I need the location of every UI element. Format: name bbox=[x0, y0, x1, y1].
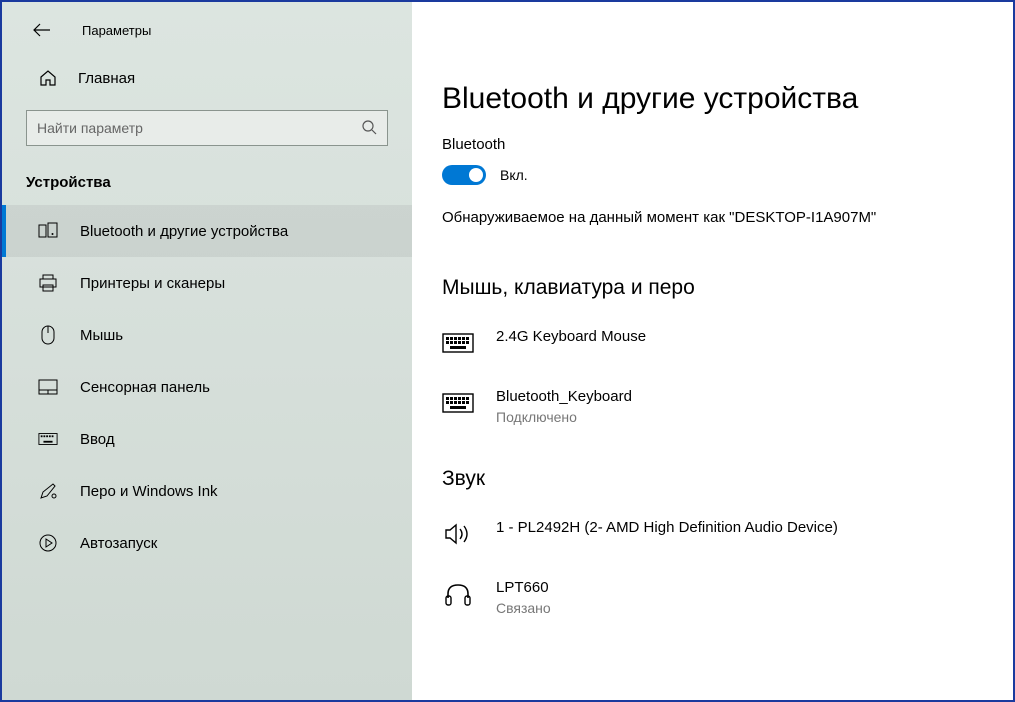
sidebar-item-label: Bluetooth и другие устройства bbox=[80, 223, 288, 240]
headphones-icon bbox=[442, 581, 474, 607]
printer-icon bbox=[38, 273, 58, 293]
keyboard-icon bbox=[442, 330, 474, 356]
keyboard-icon bbox=[442, 390, 474, 416]
device-item[interactable]: 1 - PL2492H (2- AMD High Definition Audi… bbox=[442, 509, 983, 569]
sidebar-item-typing[interactable]: Ввод bbox=[2, 413, 412, 465]
arrow-left-icon bbox=[33, 23, 51, 37]
device-name: 1 - PL2492H (2- AMD High Definition Audi… bbox=[496, 519, 838, 536]
device-name: Bluetooth_Keyboard bbox=[496, 388, 632, 405]
device-status: Подключено bbox=[496, 409, 632, 425]
sidebar-item-pen[interactable]: Перо и Windows Ink bbox=[2, 465, 412, 517]
sidebar-item-label: Мышь bbox=[80, 327, 123, 344]
device-name: 2.4G Keyboard Mouse bbox=[496, 328, 646, 345]
sidebar-item-autoplay[interactable]: Автозапуск bbox=[2, 517, 412, 569]
sidebar-item-label: Автозапуск bbox=[80, 535, 157, 552]
home-icon bbox=[38, 68, 58, 88]
search-input[interactable] bbox=[37, 120, 361, 136]
autoplay-icon bbox=[38, 533, 58, 553]
app-title: Параметры bbox=[82, 23, 151, 38]
sidebar-item-touchpad[interactable]: Сенсорная панель bbox=[2, 361, 412, 413]
bluetooth-toggle-row: Вкл. bbox=[442, 165, 983, 185]
page-title: Bluetooth и другие устройства bbox=[442, 82, 983, 116]
discoverable-text: Обнаруживаемое на данный момент как "DES… bbox=[442, 209, 983, 226]
sidebar-item-label: Сенсорная панель bbox=[80, 379, 210, 396]
main-content: Bluetooth и другие устройства Bluetooth … bbox=[412, 2, 1013, 700]
devices-icon bbox=[38, 221, 58, 241]
section-input-heading: Мышь, клавиатура и перо bbox=[442, 276, 983, 300]
sidebar-item-mouse[interactable]: Мышь bbox=[2, 309, 412, 361]
touchpad-icon bbox=[38, 377, 58, 397]
device-item[interactable]: 2.4G Keyboard Mouse bbox=[442, 318, 983, 378]
bluetooth-toggle[interactable] bbox=[442, 165, 486, 185]
sidebar-item-label: Ввод bbox=[80, 431, 115, 448]
mouse-icon bbox=[38, 325, 58, 345]
sidebar: Параметры Главная Устройства Bluetooth и… bbox=[2, 2, 412, 700]
search-box[interactable] bbox=[26, 110, 388, 146]
keyboard-icon bbox=[38, 429, 58, 449]
sidebar-item-printers[interactable]: Принтеры и сканеры bbox=[2, 257, 412, 309]
sidebar-item-bluetooth[interactable]: Bluetooth и другие устройства bbox=[2, 205, 412, 257]
bluetooth-label: Bluetooth bbox=[442, 136, 983, 153]
nav-home[interactable]: Главная bbox=[2, 54, 412, 102]
search-icon bbox=[361, 119, 377, 138]
sidebar-item-label: Принтеры и сканеры bbox=[80, 275, 225, 292]
section-audio-heading: Звук bbox=[442, 467, 983, 491]
device-status: Связано bbox=[496, 600, 551, 616]
toggle-knob bbox=[469, 168, 483, 182]
device-item[interactable]: LPT660 Связано bbox=[442, 569, 983, 638]
back-button[interactable] bbox=[32, 20, 52, 40]
device-name: LPT660 bbox=[496, 579, 551, 596]
device-item[interactable]: Bluetooth_Keyboard Подключено bbox=[442, 378, 983, 447]
pen-icon bbox=[38, 481, 58, 501]
sidebar-section-label: Устройства bbox=[2, 164, 412, 205]
speaker-icon bbox=[442, 521, 474, 547]
window-header: Параметры bbox=[2, 10, 412, 54]
home-label: Главная bbox=[78, 70, 135, 87]
sidebar-item-label: Перо и Windows Ink bbox=[80, 483, 218, 500]
toggle-state-label: Вкл. bbox=[500, 167, 528, 183]
